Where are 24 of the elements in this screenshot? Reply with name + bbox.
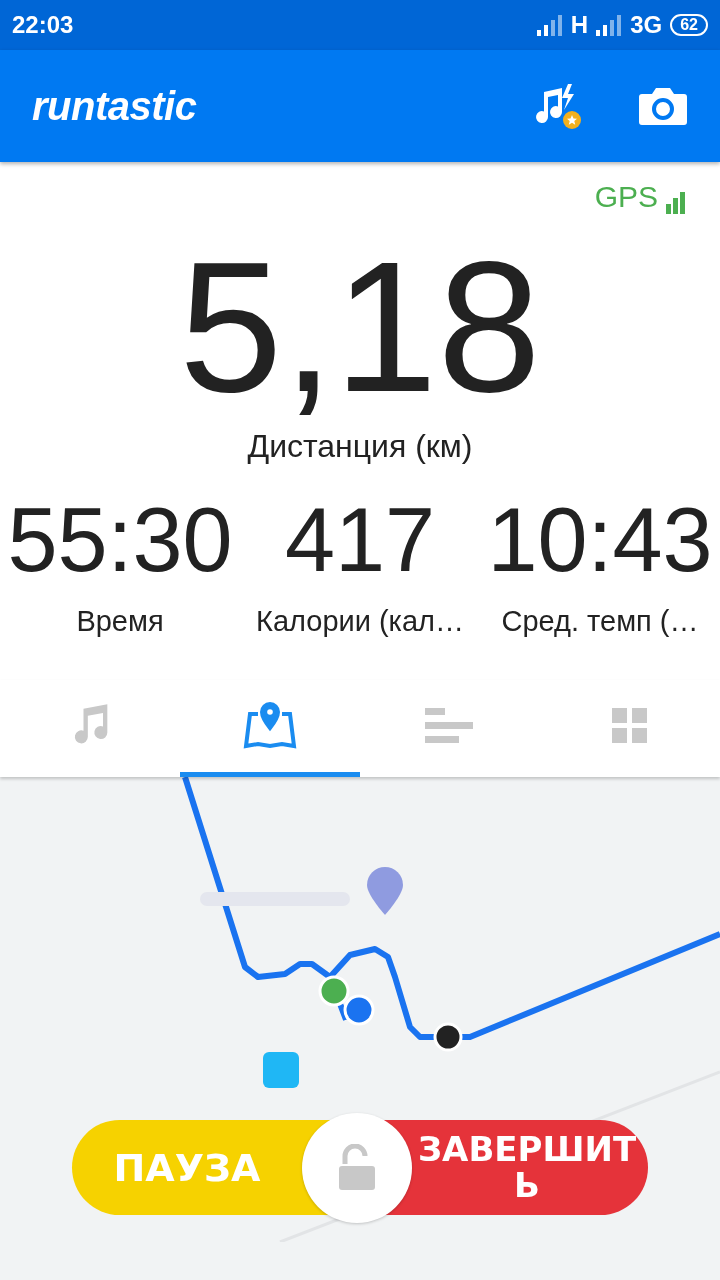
metric-label: Время bbox=[76, 605, 164, 638]
bars-icon bbox=[425, 708, 475, 744]
network-type: H bbox=[570, 11, 589, 39]
app-logo: runtastic bbox=[32, 83, 197, 129]
map-pin-icon bbox=[242, 702, 298, 750]
distance-value: 5,18 bbox=[179, 234, 541, 420]
metric-value: 55:30 bbox=[7, 495, 233, 585]
metric-label: Калории (кал… bbox=[256, 605, 464, 638]
camera-icon[interactable] bbox=[638, 86, 688, 126]
finish-button[interactable]: ЗАВЕРШИТЬ bbox=[412, 1120, 648, 1215]
open-lock-icon bbox=[337, 1143, 377, 1192]
gps-label: GPS bbox=[594, 180, 658, 214]
metric-value: 417 bbox=[284, 495, 436, 585]
signal-icon bbox=[666, 192, 686, 214]
metric-value: 10:43 bbox=[487, 495, 713, 585]
grid-icon bbox=[612, 708, 648, 744]
battery-level: 62 bbox=[670, 14, 708, 36]
metric-label: Сред. темп (… bbox=[501, 605, 699, 638]
signal-icon bbox=[596, 14, 623, 36]
signal-icon bbox=[536, 14, 563, 36]
distance-label: Дистанция (км) bbox=[247, 428, 473, 465]
clock: 22:03 bbox=[12, 11, 74, 39]
network-type: 3G bbox=[630, 11, 663, 39]
music-note-icon[interactable] bbox=[534, 82, 582, 130]
